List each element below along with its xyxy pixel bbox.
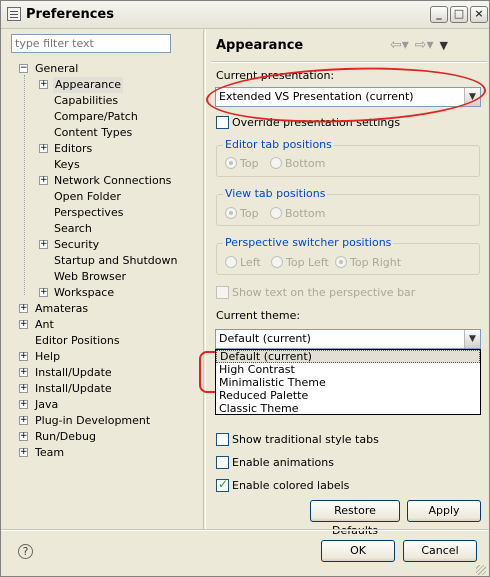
preferences-window: Preferences _ □ × General Appearance Cap… — [0, 0, 490, 577]
theme-option[interactable]: Classic Theme — [216, 402, 480, 415]
colored-labels-label: Enable colored labels — [232, 479, 350, 492]
editor-bottom-radio[interactable] — [270, 157, 282, 169]
close-button[interactable]: × — [470, 6, 488, 23]
ok-button[interactable]: OK — [321, 540, 395, 562]
persp-top-left-radio[interactable] — [271, 256, 283, 268]
override-checkbox[interactable] — [216, 116, 229, 129]
resize-grip-icon[interactable] — [475, 564, 487, 576]
editor-top-radio[interactable] — [225, 157, 237, 169]
page-title: Appearance — [216, 38, 304, 53]
editor-bottom-label: Bottom — [285, 157, 326, 170]
expand-icon[interactable] — [39, 240, 48, 249]
expand-icon[interactable] — [19, 352, 28, 361]
expand-icon[interactable] — [19, 448, 28, 457]
show-text-checkbox[interactable] — [216, 286, 229, 299]
persp-top-right-radio[interactable] — [335, 256, 347, 268]
editor-top-label: Top — [240, 157, 259, 170]
persp-left-radio[interactable] — [225, 256, 237, 268]
theme-dropdown-list[interactable]: Default (current) High Contrast Minimali… — [215, 349, 481, 415]
perspective-switcher-group: Perspective switcher positions Left Top … — [216, 236, 480, 275]
theme-option[interactable]: Minimalistic Theme — [216, 376, 480, 389]
annotation-bracket — [199, 351, 215, 393]
expand-icon[interactable] — [19, 304, 28, 313]
menu-chevron-icon[interactable]: ▼ — [440, 39, 448, 52]
window-title: Preferences — [26, 7, 114, 22]
page-navigation: ⇦▾ ⇨▾ ▼ — [390, 37, 454, 53]
expand-icon[interactable] — [19, 368, 28, 377]
collapse-icon[interactable] — [19, 64, 28, 73]
filter-input[interactable] — [11, 34, 171, 53]
persp-top-right-label: Top Right — [350, 256, 402, 269]
colored-labels-checkbox[interactable] — [216, 477, 229, 492]
expand-icon[interactable] — [19, 400, 28, 409]
traditional-tabs-checkbox[interactable] — [216, 433, 229, 446]
perspective-switcher-title: Perspective switcher positions — [223, 236, 394, 249]
maximize-button[interactable]: □ — [450, 6, 468, 23]
restore-defaults-button[interactable]: Restore Defaults — [310, 500, 400, 537]
title-separator — [211, 61, 487, 63]
persp-left-label: Left — [240, 256, 261, 269]
view-tab-positions-group: View tab positions Top Bottom — [216, 187, 480, 226]
cancel-button[interactable]: Cancel — [403, 540, 477, 562]
view-bottom-radio[interactable] — [270, 207, 282, 219]
preferences-tree-panel: General Appearance Capabilities Compare/… — [9, 31, 203, 529]
tree-connector — [24, 75, 25, 295]
preferences-icon — [7, 7, 21, 21]
editor-tab-positions-group: Editor tab positions Top Bottom — [216, 138, 480, 177]
persp-top-left-label: Top Left — [286, 256, 329, 269]
forward-arrow-icon[interactable]: ⇨▾ — [415, 37, 434, 53]
theme-combo[interactable]: Default (current) ▼ — [215, 329, 481, 349]
expand-icon[interactable] — [39, 80, 48, 89]
back-arrow-icon[interactable]: ⇦▾ — [390, 37, 409, 53]
view-tab-positions-title: View tab positions — [223, 187, 328, 200]
theme-option[interactable]: Default (current) — [216, 350, 480, 363]
expand-icon[interactable] — [39, 288, 48, 297]
theme-option[interactable]: High Contrast — [216, 363, 480, 376]
show-text-label: Show text on the perspective bar — [232, 286, 416, 299]
title-bar[interactable]: Preferences _ □ × — [1, 1, 489, 29]
animations-checkbox[interactable] — [216, 456, 229, 469]
apply-button[interactable]: Apply — [407, 500, 481, 522]
expand-icon[interactable] — [19, 416, 28, 425]
expand-icon[interactable] — [19, 320, 28, 329]
editor-tab-positions-title: Editor tab positions — [223, 138, 334, 151]
expand-icon[interactable] — [19, 384, 28, 393]
view-bottom-label: Bottom — [285, 207, 326, 220]
footer-separator — [1, 529, 489, 531]
panel-divider[interactable] — [203, 29, 206, 529]
help-icon[interactable]: ? — [18, 544, 33, 559]
theme-combo-value: Default (current) — [219, 332, 311, 345]
current-theme-label: Current theme: — [216, 309, 301, 322]
chevron-down-icon[interactable]: ▼ — [464, 330, 480, 348]
expand-icon[interactable] — [19, 432, 28, 441]
animations-label: Enable animations — [232, 456, 334, 469]
view-top-radio[interactable] — [225, 207, 237, 219]
expand-icon[interactable] — [39, 144, 48, 153]
view-top-label: Top — [240, 207, 259, 220]
theme-option[interactable]: Reduced Palette — [216, 389, 480, 402]
minimize-button[interactable]: _ — [430, 6, 448, 23]
expand-icon[interactable] — [39, 176, 48, 185]
traditional-tabs-label: Show traditional style tabs — [232, 433, 379, 446]
